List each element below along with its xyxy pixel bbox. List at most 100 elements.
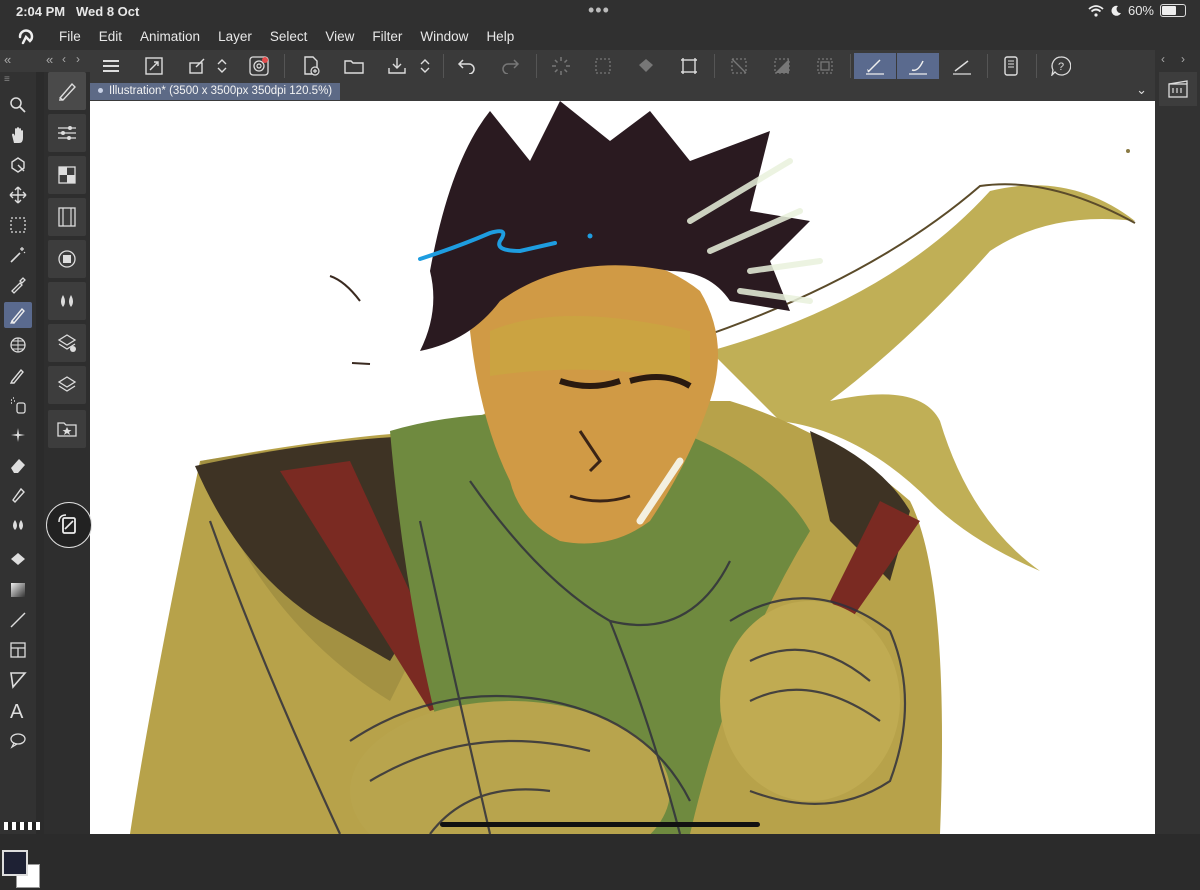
updown-icon[interactable] — [212, 53, 232, 79]
multitask-dots-icon[interactable]: ••• — [588, 0, 610, 21]
menu-view[interactable]: View — [325, 29, 354, 44]
arrow-left-icon[interactable]: ‹ — [62, 52, 66, 66]
battery-icon — [1160, 4, 1186, 17]
phone-icon[interactable] — [996, 53, 1026, 79]
palette-menu-icon[interactable]: ≡ — [4, 74, 10, 85]
status-bar: 2:04 PM Wed 8 Oct ••• 60% — [0, 0, 1200, 24]
svg-text:A: A — [10, 701, 24, 720]
redo-icon[interactable] — [495, 53, 525, 79]
color-set-icon[interactable] — [48, 156, 86, 194]
transform-icon[interactable] — [182, 53, 212, 79]
pen-tool-icon[interactable] — [4, 302, 32, 328]
tool-property-icon[interactable] — [48, 114, 86, 152]
eraser-icon[interactable] — [4, 452, 32, 478]
crop-icon[interactable] — [674, 53, 704, 79]
main-color-swatch[interactable] — [2, 850, 28, 876]
menu-help[interactable]: Help — [486, 29, 514, 44]
layer-property-icon[interactable] — [48, 324, 86, 362]
new-icon[interactable] — [296, 53, 326, 79]
tool-palette: ≡ A — [0, 72, 40, 888]
color-swatches[interactable] — [2, 850, 42, 890]
zoom-tool-icon[interactable] — [4, 92, 32, 118]
right-panel: ‹ › — [1155, 50, 1200, 834]
line-tool-icon[interactable] — [4, 607, 32, 633]
selection-tool-icon[interactable] — [4, 212, 32, 238]
loading-icon[interactable] — [546, 53, 576, 79]
pen-pressure-icon[interactable] — [854, 53, 896, 79]
arrow-right-icon[interactable]: › — [1181, 52, 1185, 66]
navigator-icon[interactable] — [48, 240, 86, 278]
magic-wand-icon[interactable] — [4, 242, 32, 268]
panel-strip — [44, 72, 90, 834]
menu-file[interactable]: File — [59, 29, 81, 44]
balloon-icon[interactable] — [4, 727, 32, 753]
menu-layer[interactable]: Layer — [218, 29, 252, 44]
menu-filter[interactable]: Filter — [372, 29, 402, 44]
airbrush-icon[interactable] — [4, 392, 32, 418]
select-icon[interactable] — [588, 53, 618, 79]
arrow-right-icon[interactable]: › — [76, 52, 80, 66]
artwork — [130, 101, 1136, 834]
grid-tool-icon[interactable] — [4, 332, 32, 358]
timeline-icon[interactable] — [48, 198, 86, 236]
undo-icon[interactable] — [452, 53, 482, 79]
document-tab[interactable]: Illustration* (3500 x 3500px 350dpi 120.… — [90, 83, 341, 100]
color-mix-icon[interactable] — [48, 282, 86, 320]
svg-text:?: ? — [1058, 61, 1064, 73]
transparent-swatch[interactable] — [4, 822, 40, 830]
app-logo-icon[interactable] — [16, 27, 36, 47]
updown2-icon[interactable] — [415, 53, 435, 79]
fill-bucket-icon[interactable] — [4, 547, 32, 573]
battery-fill — [1162, 6, 1177, 15]
layer-icon[interactable] — [48, 366, 86, 404]
animation-cels-icon[interactable] — [1159, 72, 1197, 106]
drawing-canvas[interactable] — [90, 101, 1155, 834]
fill-icon[interactable] — [631, 53, 661, 79]
eyedropper-icon[interactable] — [4, 272, 32, 298]
collapse-left2-icon[interactable]: « — [46, 52, 53, 67]
text-tool-icon[interactable]: A — [4, 697, 32, 723]
status-time: 2:04 PM — [16, 4, 66, 19]
quick-access-button[interactable] — [46, 502, 92, 548]
brush-icon[interactable] — [897, 53, 939, 79]
invert-icon[interactable] — [767, 53, 797, 79]
battery-percent: 60% — [1127, 3, 1154, 18]
menu-select[interactable]: Select — [270, 29, 308, 44]
help-icon[interactable]: ? — [1046, 53, 1076, 79]
menu-bar: File Edit Animation Layer Select View Fi… — [0, 24, 1200, 50]
decoration-tool-icon[interactable] — [4, 422, 32, 448]
home-indicator[interactable] — [440, 822, 760, 827]
gradient-icon[interactable] — [4, 577, 32, 603]
menu-animation[interactable]: Animation — [140, 29, 200, 44]
tab-dot-icon — [98, 88, 103, 94]
save-icon[interactable] — [382, 53, 412, 79]
arrow-left-icon[interactable]: ‹ — [1161, 52, 1165, 66]
open-icon[interactable] — [339, 53, 369, 79]
hand-tool-icon[interactable] — [4, 122, 32, 148]
fit-icon[interactable] — [139, 53, 169, 79]
border-icon[interactable] — [810, 53, 840, 79]
moon-icon — [1111, 5, 1121, 16]
brush-settings-icon[interactable] — [48, 72, 86, 110]
chevron-down-icon[interactable]: ⌄ — [1136, 82, 1147, 98]
rotate-screen-icon — [58, 514, 76, 534]
material-icon[interactable] — [48, 410, 86, 448]
balloon-tail-icon[interactable] — [4, 667, 32, 693]
frame-tool-icon[interactable] — [4, 637, 32, 663]
document-tab-bar: Illustration* (3500 x 3500px 350dpi 120.… — [90, 82, 1155, 101]
document-tab-label: Illustration* (3500 x 3500px 350dpi 120.… — [109, 85, 333, 97]
status-date: Wed 8 Oct — [76, 4, 140, 19]
menu-window[interactable]: Window — [420, 29, 468, 44]
rotate-tool-icon[interactable] — [4, 152, 32, 178]
blend-pen-icon[interactable] — [4, 482, 32, 508]
menu-edit[interactable]: Edit — [99, 29, 122, 44]
blend-drops-icon[interactable] — [4, 512, 32, 538]
left-panel-header: « « ‹ › — [0, 50, 90, 72]
menu-icon[interactable] — [96, 53, 126, 79]
move-tool-icon[interactable] — [4, 182, 32, 208]
collapse-left-icon[interactable]: « — [4, 52, 11, 67]
ruler-icon[interactable] — [947, 53, 977, 79]
spiral-icon[interactable] — [244, 53, 274, 79]
deselect-icon[interactable] — [724, 53, 754, 79]
pencil-tool-icon[interactable] — [4, 362, 32, 388]
